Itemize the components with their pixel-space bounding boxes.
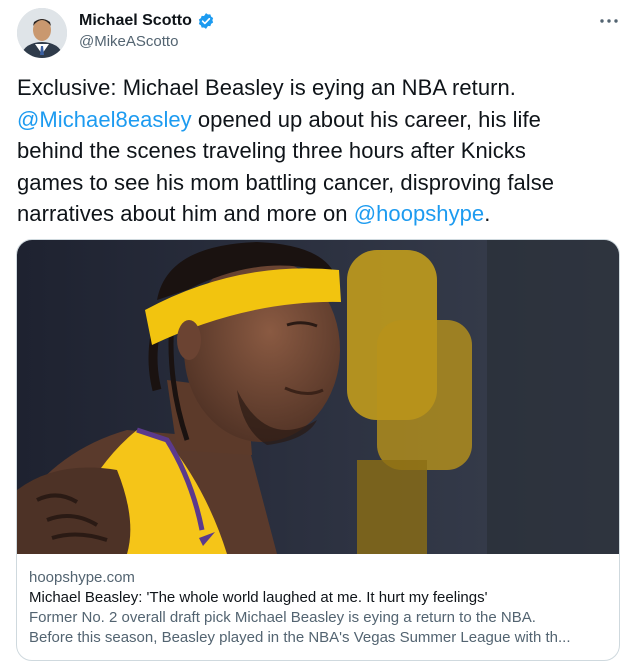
tweet: Michael Scotto @MikeAScotto Exclusive: M… [0,0,640,672]
link-card[interactable]: hoopshype.com Michael Beasley: 'The whol… [16,239,620,661]
card-domain: hoopshype.com [29,569,135,586]
card-image[interactable] [17,240,619,554]
verified-badge-icon [197,12,215,30]
card-title: Michael Beasley: 'The whole world laughe… [29,589,488,606]
tweet-line-5-end: . [484,201,491,226]
tweet-line-5: narratives about him and more on @hoopsh… [17,198,617,230]
tweet-line-3: behind the scenes traveling three hours … [17,138,526,163]
more-options-icon[interactable] [598,14,620,28]
mention-michael8easley[interactable]: @Michael8easley [17,107,192,132]
handle[interactable]: @MikeAScotto [79,33,215,50]
tweet-header: Michael Scotto @MikeAScotto [17,8,626,60]
tweet-line-2: @Michael8easley opened up about his care… [17,104,617,136]
card-meta: hoopshype.com Michael Beasley: 'The whol… [29,568,607,648]
avatar[interactable] [17,8,67,58]
card-description-line-2: Before this season, Beasley played in th… [29,629,571,646]
tweet-text: Exclusive: Michael Beasley is eying an N… [17,72,617,230]
card-description: Former No. 2 overall draft pick Michael … [29,608,607,648]
user-block: Michael Scotto @MikeAScotto [79,12,215,50]
tweet-line-2-text: opened up about his career, his life [191,106,541,132]
tweet-line-5-text: narratives about him and more on [17,201,354,226]
display-name[interactable]: Michael Scotto [79,12,192,30]
tweet-line-4: games to see his mom battling cancer, di… [17,169,555,195]
tweet-line-1: Exclusive: Michael Beasley is eying an N… [17,75,516,100]
card-description-line-1: Former No. 2 overall draft pick Michael … [29,609,536,626]
mention-hoopshype[interactable]: @hoopshype [354,201,484,226]
